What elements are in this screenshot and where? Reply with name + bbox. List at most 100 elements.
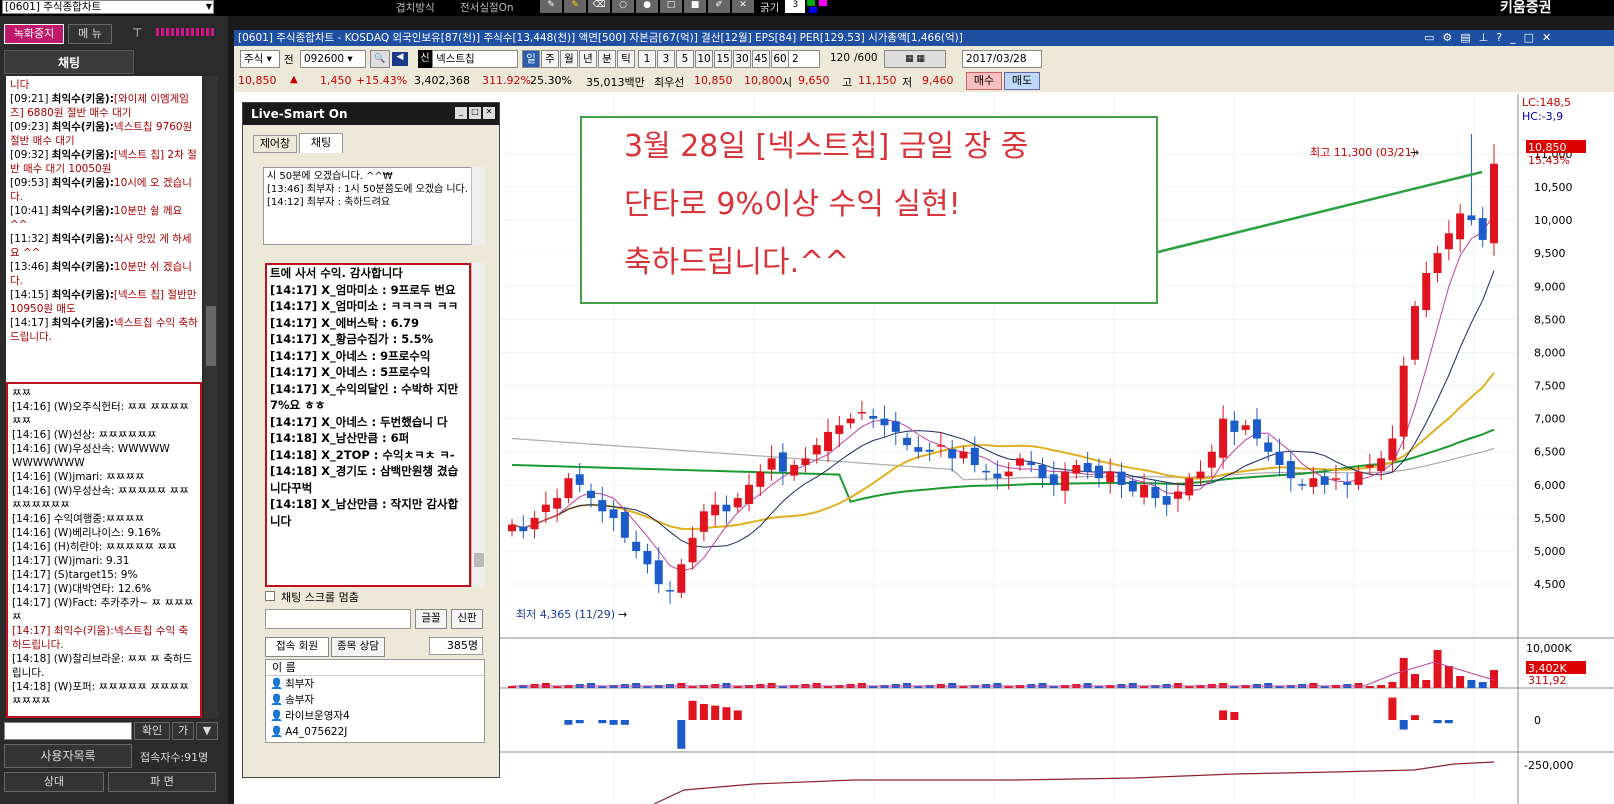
period-button[interactable]: 년	[579, 50, 597, 68]
options-button[interactable]: ▼	[196, 722, 218, 740]
view-count[interactable]: 120	[830, 52, 850, 64]
high-annotation: 최고 11,300 (03/21)	[1310, 146, 1416, 159]
circle-icon[interactable]: ○	[612, 0, 634, 13]
candle-body	[869, 416, 878, 419]
grid-icon[interactable]: ▦ ▦	[884, 50, 946, 68]
clear-icon[interactable]: ✕	[732, 0, 754, 13]
chat-timestamp: [10:41]	[10, 205, 52, 217]
minute-button[interactable]: 60	[771, 50, 789, 68]
confirm-button[interactable]: 확인	[134, 722, 170, 740]
speaker-icon[interactable]: ◀	[392, 52, 408, 66]
close-icon[interactable]: ✕	[1542, 31, 1559, 44]
minute-button[interactable]: 15	[714, 50, 732, 68]
maximize-icon[interactable]: □	[469, 107, 481, 119]
filled-circle-icon[interactable]: ●	[636, 0, 658, 13]
color-blue[interactable]	[809, 7, 818, 13]
tab-chat[interactable]: 채팅	[4, 50, 134, 74]
period-button[interactable]: 틱	[617, 50, 635, 68]
tab-stock-consult[interactable]: 종목 상담	[331, 637, 385, 657]
tab-live-chat[interactable]: 채팅	[299, 133, 343, 153]
multiplier-select[interactable]: 2	[788, 50, 820, 68]
menu-button[interactable]: 메 뉴	[68, 24, 112, 44]
pin-icon[interactable]: ⊥	[1479, 31, 1497, 44]
scroll-stop-label: 채팅 스크롤 멈춤	[281, 591, 359, 604]
settings-icon[interactable]: ⚙	[1442, 31, 1460, 44]
member-item[interactable]: 👤 송부자	[266, 692, 484, 708]
min-icon[interactable]: _	[1510, 31, 1524, 44]
member-item[interactable]: 👤 A4_075622J	[266, 724, 484, 740]
filled-rectangle-icon[interactable]: ■	[684, 0, 706, 13]
tab-members[interactable]: 접속 회원	[265, 637, 329, 657]
overlay-mode-button[interactable]: 겹치방식	[396, 0, 435, 15]
users-list-button[interactable]: 사용자목록	[4, 744, 132, 768]
date-input[interactable]: 2017/03/28	[962, 50, 1042, 68]
announcement-chat: 니다 [09:21] 최익수(키움):[와이제 이엠게임즈] 6880원 절반 매…	[6, 76, 202, 382]
scroll-stop-checkbox[interactable]	[265, 591, 275, 601]
font-size-button[interactable]: 가	[172, 722, 194, 740]
live-chat-input[interactable]	[265, 609, 411, 629]
screen-select[interactable]: [0601] 주식종합차트 ▼	[2, 0, 214, 14]
minimize-icon[interactable]: _	[455, 107, 467, 119]
candle-body	[722, 504, 731, 512]
minimize-icon[interactable]: ▭	[1424, 31, 1442, 44]
prefix-label: 전	[284, 54, 294, 66]
minute-button[interactable]: 45	[752, 50, 770, 68]
osc-bar	[1444, 720, 1453, 724]
candle-body	[1433, 253, 1442, 274]
volume-bar	[1399, 658, 1408, 688]
candle-body	[1241, 425, 1250, 430]
color-magenta[interactable]	[819, 0, 828, 6]
print-icon[interactable]: ▤	[1460, 31, 1478, 44]
brush-icon[interactable]: ✎	[564, 0, 586, 13]
period-button[interactable]: 분	[598, 50, 616, 68]
highlighter-icon[interactable]: ✐	[708, 0, 730, 13]
period-button[interactable]: 주	[541, 50, 559, 68]
record-stop-button[interactable]: 녹화중지	[4, 24, 64, 44]
period-button[interactable]: 일	[522, 50, 540, 68]
member-item[interactable]: 👤 라이브운영자4	[266, 708, 484, 724]
drawing-mode-button[interactable]: 전서실절On	[460, 0, 514, 15]
announcement-scrollbar[interactable]	[204, 76, 218, 382]
public-chat-scrollbar[interactable]	[204, 382, 218, 718]
market-select[interactable]: 주식 ▾	[240, 50, 280, 68]
buy-button[interactable]: 매수	[966, 72, 1002, 90]
max-icon[interactable]: □	[1524, 31, 1542, 44]
help-icon[interactable]: ?	[1496, 31, 1510, 44]
osc-bar	[575, 720, 584, 724]
tab-opponent[interactable]: 상대	[4, 772, 104, 792]
price-axis-label: 6,500	[1534, 446, 1566, 459]
minute-button[interactable]: 3	[657, 50, 675, 68]
sell-button[interactable]: 매도	[1004, 72, 1040, 90]
host-chat-scrollbar[interactable]	[471, 167, 485, 245]
color-green[interactable]	[807, 0, 816, 6]
report-button[interactable]: 신판	[451, 609, 483, 629]
close-icon[interactable]: ✕	[483, 107, 495, 119]
line-width-select[interactable]: 3	[785, 0, 806, 13]
pencil-icon[interactable]: ✎	[540, 0, 562, 13]
osc-bar	[733, 710, 742, 720]
minute-button[interactable]: 5	[676, 50, 694, 68]
member-chat-scrollbar[interactable]	[471, 263, 485, 587]
eraser-icon[interactable]: ⌫	[588, 0, 610, 13]
font-button[interactable]: 글꼴	[415, 609, 447, 629]
minute-button[interactable]: 10	[695, 50, 713, 68]
price-axis-label: 8,500	[1534, 313, 1566, 326]
rectangle-icon[interactable]: □	[660, 0, 682, 13]
tab-screen[interactable]: 파 면	[108, 772, 216, 792]
member-item[interactable]: 👤 최부자	[266, 676, 484, 692]
period-button[interactable]: 월	[560, 50, 578, 68]
candle-body	[1117, 471, 1126, 485]
member-list-header: 이 름	[266, 660, 484, 676]
osc-bar	[620, 720, 629, 725]
stock-code-input[interactable]: 092600 ▾	[300, 50, 366, 68]
open-label: 시	[782, 76, 793, 89]
minute-button[interactable]: 1	[638, 50, 656, 68]
tab-control[interactable]: 제어창	[253, 135, 297, 153]
chevron-down-icon[interactable]: ▼	[206, 1, 212, 13]
drawing-tools: ✎ ✎ ⌫ ○ ● □ ■ ✐ ✕ 굵기 3	[540, 0, 840, 14]
chat-timestamp: [09:21]	[10, 93, 52, 105]
search-icon[interactable]: 🔍	[370, 50, 390, 68]
minute-button[interactable]: 30	[733, 50, 751, 68]
chat-message: 니다	[10, 78, 198, 92]
chat-input[interactable]	[4, 722, 132, 740]
